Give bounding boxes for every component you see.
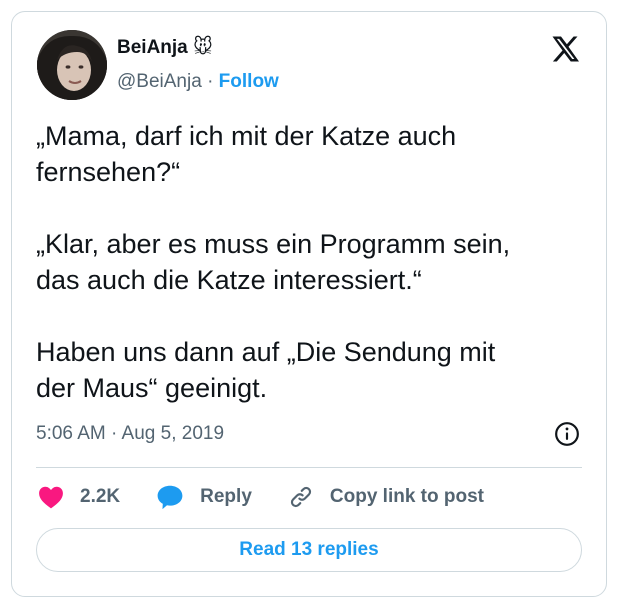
tweet-text: „Mama, darf ich mit der Katze auch ferns… (36, 118, 576, 442)
tweet-card: BeiAnja 🐭 @BeiAnja · Follow „Mama, darf … (11, 11, 607, 597)
action-bar: 2.2K Reply Copy link to post (38, 481, 520, 513)
author-handle[interactable]: @BeiAnja (117, 71, 202, 92)
separator-dot: · (207, 71, 219, 92)
divider (36, 467, 582, 468)
avatar[interactable] (37, 30, 107, 100)
like-count: 2.2K (80, 486, 121, 507)
tweet-paragraph: „Mama, darf ich mit der Katze auch ferns… (36, 121, 457, 187)
copy-link-label: Copy link to post (329, 486, 484, 507)
reply-button[interactable]: Reply (156, 484, 252, 510)
link-icon (290, 486, 311, 508)
tweet-paragraph: „Klar, aber es muss ein Programm sein, d… (36, 229, 511, 295)
read-replies-button[interactable]: Read 13 replies (36, 528, 582, 572)
x-logo-icon[interactable] (550, 34, 580, 64)
author-name[interactable]: BeiAnja 🐭 (117, 36, 213, 60)
info-icon[interactable] (554, 421, 580, 447)
speech-bubble-icon (157, 485, 183, 510)
like-button[interactable]: 2.2K (38, 485, 120, 509)
tweet-timestamp[interactable]: 5:06 AM · Aug 5, 2019 (36, 422, 224, 446)
reply-label: Reply (200, 486, 252, 507)
copy-link-button[interactable]: Copy link to post (288, 484, 484, 510)
tweet-paragraph: Haben uns dann auf „Die Sendung mit der … (36, 337, 496, 403)
heart-icon (39, 486, 63, 509)
follow-button[interactable]: Follow (219, 71, 279, 92)
author-meta: @BeiAnja · Follow (117, 70, 279, 94)
